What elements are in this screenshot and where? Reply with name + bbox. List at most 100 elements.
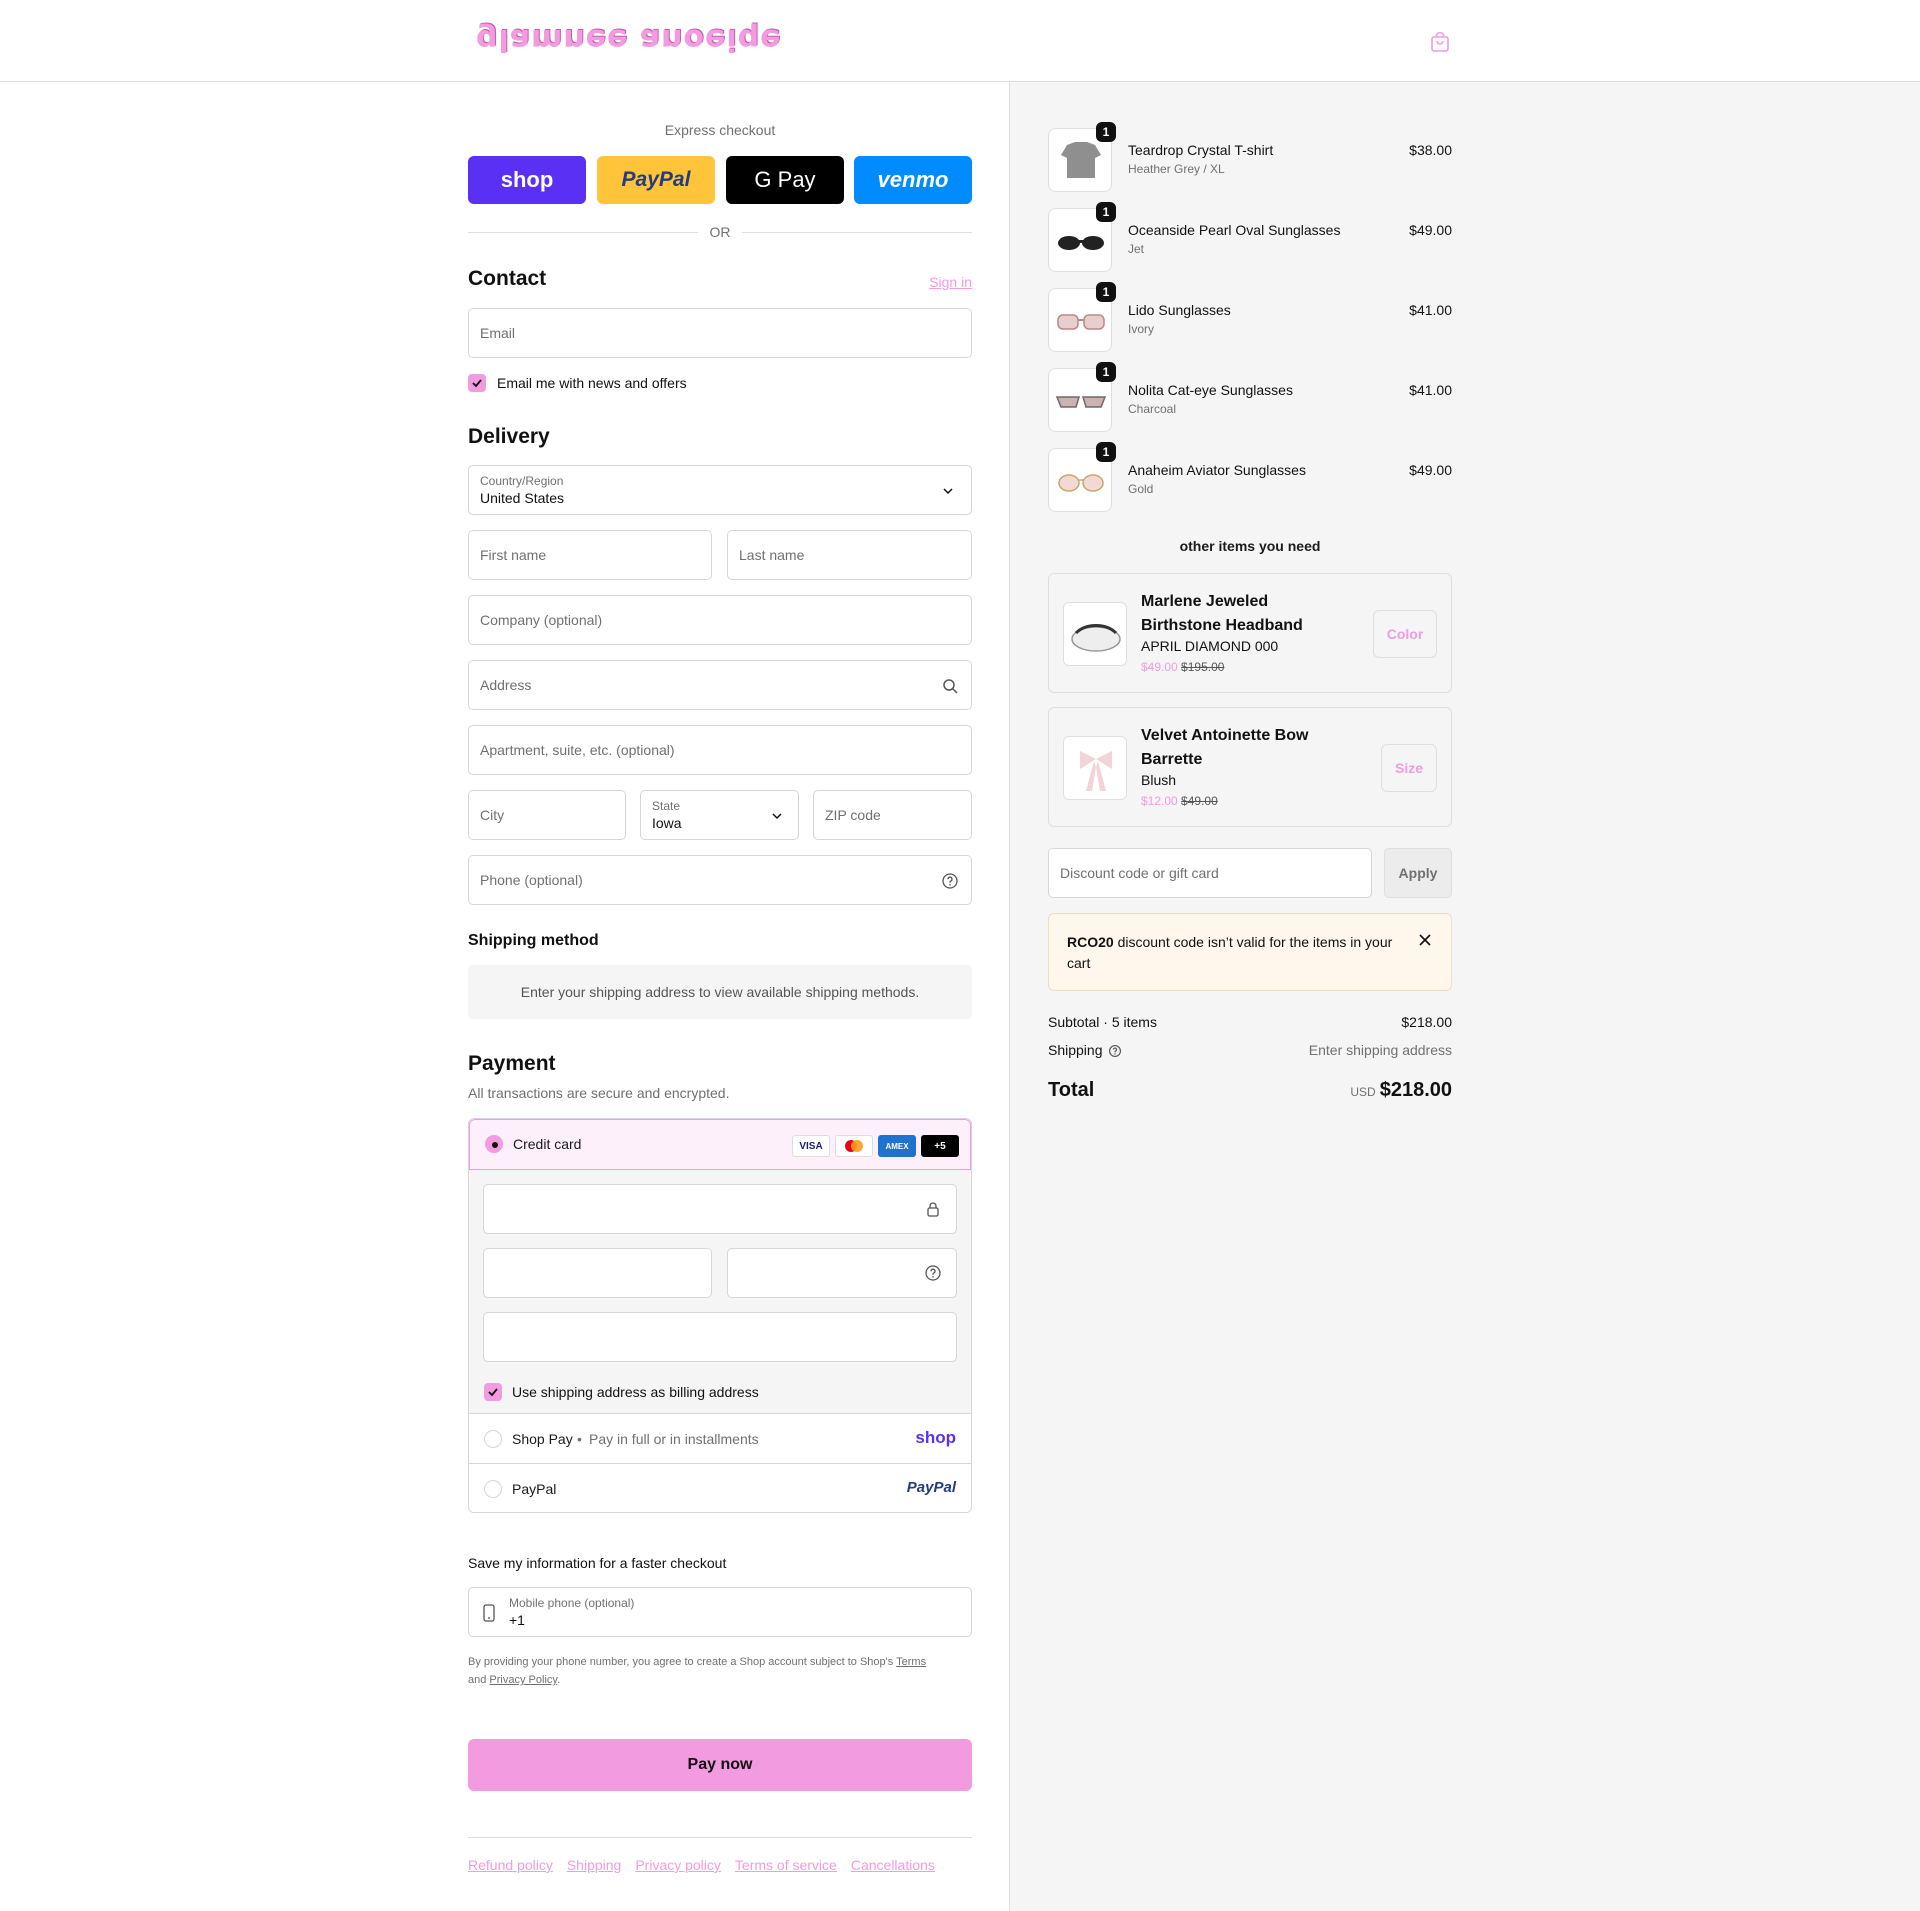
email-field[interactable]: Email [468, 308, 972, 358]
close-icon[interactable] [1417, 932, 1433, 948]
item-name: Anaheim Aviator Sunglasses [1128, 462, 1306, 478]
terms-link[interactable]: Terms [896, 1656, 926, 1668]
quantity-badge: 1 [1096, 202, 1116, 222]
sign-in-link[interactable]: Sign in [929, 274, 972, 290]
header: glamnee anoeiqe [0, 0, 1920, 82]
mobile-icon [483, 1604, 495, 1622]
item-variant: Ivory [1128, 322, 1155, 336]
choose-color-button[interactable]: Color [1373, 610, 1437, 658]
paypal-button[interactable]: PayPal [597, 156, 715, 204]
city-field[interactable]: City [468, 790, 626, 840]
upsell-title: other items you need [1179, 538, 1321, 554]
venmo-button[interactable]: venmo [854, 156, 972, 204]
payment-subtitle: All transactions are secure and encrypte… [468, 1085, 730, 1101]
item-price: $38.00 [1409, 142, 1452, 158]
paypal-option[interactable]: PayPal PayPal [469, 1464, 971, 1512]
cart-item: 1 Anaheim Aviator Sunglasses Gold $49.00 [1048, 442, 1452, 512]
shipping-value: Enter shipping address [1308, 1042, 1452, 1058]
express-checkout-buttons: shop PayPal G Pay venmo [468, 156, 972, 204]
search-icon [943, 679, 958, 694]
express-checkout-label: Express checkout [664, 122, 776, 138]
terms-of-service-link[interactable]: Terms of service [735, 1857, 837, 1873]
item-variant: Gold [1128, 482, 1154, 496]
pay-now-button[interactable]: Pay now [468, 1739, 972, 1791]
card-number-field[interactable] [483, 1184, 957, 1234]
phone-field[interactable]: Phone (optional) [468, 855, 972, 905]
help-icon[interactable] [1108, 1044, 1122, 1058]
item-name: Oceanside Pearl Oval Sunglasses [1128, 222, 1341, 238]
expiration-field[interactable] [483, 1248, 712, 1298]
shipping-label: Shipping [1048, 1042, 1103, 1058]
payment-title: Payment [468, 1052, 556, 1075]
address-field[interactable]: Address [468, 660, 972, 710]
chevron-down-icon [772, 813, 782, 820]
lock-icon [927, 1202, 939, 1217]
upsell-name: Velvet Antoinette Bow Barrette [1141, 727, 1309, 768]
more-cards-badge: +5 [921, 1135, 959, 1157]
upsell-card: Velvet Antoinette Bow Barrette Blush $12… [1048, 707, 1452, 827]
shop-pay-radio[interactable] [484, 1430, 502, 1448]
security-code-field[interactable] [727, 1248, 957, 1298]
upsell-card: Marlene Jeweled Birthstone Headband APRI… [1048, 573, 1452, 693]
subtotal-label: Subtotal · 5 items [1048, 1014, 1157, 1030]
item-price: $41.00 [1409, 302, 1452, 318]
paypal-label: PayPal [512, 1481, 557, 1497]
news-checkbox[interactable] [468, 374, 486, 392]
refund-policy-link[interactable]: Refund policy [468, 1857, 553, 1873]
apartment-field[interactable]: Apartment, suite, etc. (optional) [468, 725, 972, 775]
item-variant: Charcoal [1128, 402, 1177, 416]
store-logo[interactable]: glamnee anoeiqe [476, 22, 781, 57]
cancellations-link[interactable]: Cancellations [851, 1857, 935, 1873]
name-on-card-field[interactable] [483, 1312, 957, 1362]
visa-icon: VISA [792, 1135, 830, 1157]
quantity-badge: 1 [1096, 442, 1116, 462]
product-image [1063, 736, 1127, 800]
shop-pay-subtitle: Pay in full or in installments [589, 1431, 759, 1447]
company-field[interactable]: Company (optional) [468, 595, 972, 645]
save-info-title: Save my information for a faster checkou… [468, 1555, 727, 1571]
footer-links: Refund policy Shipping Privacy policy Terms… [468, 1857, 949, 1873]
order-summary-panel [1009, 82, 1920, 1911]
discount-code-field[interactable]: Discount code or gift card [1048, 848, 1372, 898]
subtotal-value: $218.00 [1401, 1014, 1452, 1030]
paypal-logo: PayPal [906, 1479, 956, 1496]
privacy-policy-link[interactable]: Privacy Policy [489, 1674, 557, 1686]
shopping-bag-icon[interactable] [1428, 30, 1452, 54]
shop-pay-logo: shop [915, 1428, 956, 1447]
upsell-price: $49.00 $195.00 [1141, 660, 1225, 674]
help-icon[interactable] [924, 1264, 942, 1282]
shop-pay-option[interactable]: Shop Pay • Pay in full or in installment… [469, 1414, 971, 1464]
credit-card-label: Credit card [513, 1136, 582, 1152]
product-image [1063, 602, 1127, 666]
discount-error-banner: RCO20 discount code isn’t valid for the … [1048, 913, 1452, 991]
credit-card-option[interactable]: Credit card VISA AMEX +5 [469, 1119, 971, 1170]
zip-field[interactable]: ZIP code [813, 790, 972, 840]
shipping-link[interactable]: Shipping [567, 1857, 622, 1873]
item-price: $41.00 [1409, 382, 1452, 398]
shop-pay-separator: • [577, 1431, 582, 1447]
item-name: Teardrop Crystal T-shirt [1128, 142, 1274, 158]
privacy-policy-footer-link[interactable]: Privacy policy [635, 1857, 721, 1873]
quantity-badge: 1 [1096, 362, 1116, 382]
choose-size-button[interactable]: Size [1381, 744, 1437, 792]
shop-pay-button[interactable]: shop [468, 156, 586, 204]
upsell-variant: Blush [1141, 772, 1177, 788]
legal-text: By providing your phone number, you agre… [468, 1656, 927, 1686]
country-select[interactable]: Country/Region United States [468, 465, 972, 515]
shipping-method-title: Shipping method [468, 932, 599, 949]
item-variant: Jet [1128, 242, 1145, 256]
state-select[interactable]: State Iowa [640, 790, 799, 840]
google-pay-button[interactable]: G Pay [726, 156, 844, 204]
upsell-name: Marlene Jeweled Birthstone Headband [1141, 593, 1303, 634]
paypal-radio[interactable] [484, 1480, 502, 1498]
check-icon [488, 1388, 498, 1397]
apply-discount-button[interactable]: Apply [1384, 848, 1452, 898]
last-name-field[interactable]: Last name [727, 530, 972, 580]
credit-card-radio[interactable] [485, 1135, 503, 1153]
or-divider: OR [468, 222, 972, 242]
payment-methods: Credit card VISA AMEX +5 Use shipping ad… [468, 1118, 972, 1513]
mobile-phone-field[interactable]: Mobile phone (optional) +1 [468, 1587, 972, 1637]
help-icon[interactable] [941, 872, 959, 890]
first-name-field[interactable]: First name [468, 530, 712, 580]
billing-checkbox[interactable] [484, 1383, 502, 1401]
